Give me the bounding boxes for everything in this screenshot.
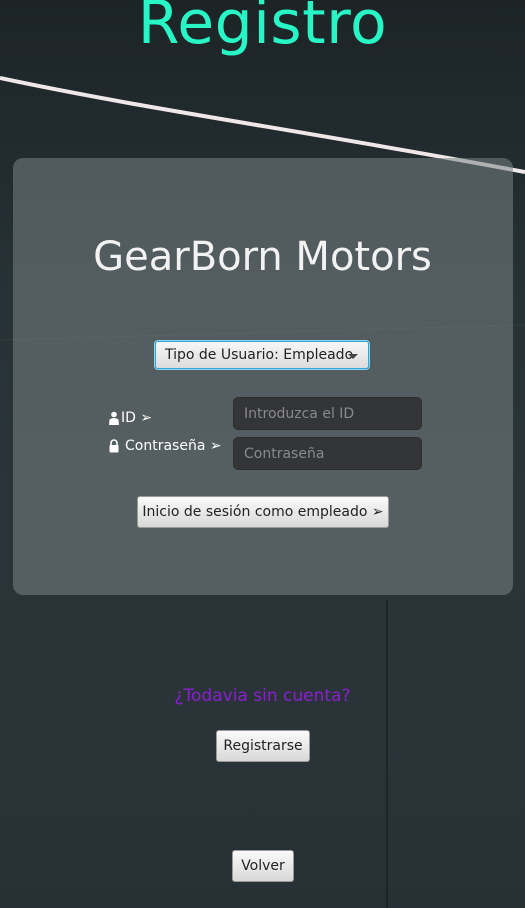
- register-button[interactable]: Registrarse: [216, 730, 310, 762]
- password-input[interactable]: [233, 437, 422, 470]
- person-icon: [109, 411, 119, 425]
- login-card: [13, 158, 513, 595]
- id-label: ID ➢: [108, 410, 152, 426]
- password-label-text: Contraseña ➢: [125, 438, 222, 454]
- no-account-link[interactable]: ¿Todavia sin cuenta?: [0, 686, 525, 706]
- user-type-value: Tipo de Usuario: Empleado: [165, 347, 354, 363]
- brand-name: GearBorn Motors: [93, 234, 432, 280]
- id-label-text: ID ➢: [121, 410, 153, 426]
- password-label: Contraseña ➢: [108, 438, 222, 454]
- chevron-down-icon: [348, 354, 358, 359]
- employee-login-button[interactable]: Inicio de sesión como empleado ➢: [137, 496, 389, 528]
- back-button[interactable]: Volver: [232, 850, 294, 882]
- user-type-select[interactable]: Tipo de Usuario: Empleado: [155, 341, 369, 369]
- lock-icon: [109, 439, 119, 453]
- id-input[interactable]: [233, 397, 422, 430]
- page-title: Registro: [137, 0, 388, 58]
